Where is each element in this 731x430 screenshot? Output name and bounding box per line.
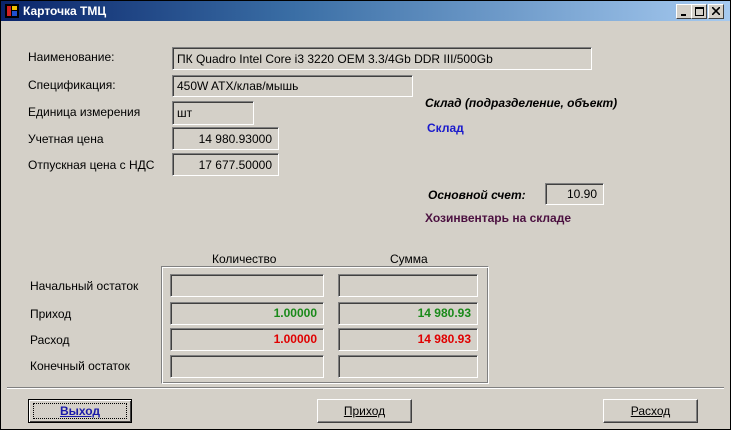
closing-balance-label: Конечный остаток (30, 359, 130, 373)
income-label: Приход (30, 307, 72, 321)
minimize-icon (681, 14, 686, 16)
title-bar[interactable]: Карточка ТМЦ (1, 1, 730, 21)
main-account-field[interactable]: 10.90 (545, 183, 604, 205)
minimize-button[interactable] (676, 4, 692, 19)
closing-balance-sum[interactable] (338, 355, 478, 378)
account-name: Хозинвентарь на складе (425, 211, 572, 225)
opening-balance-label: Начальный остаток (30, 279, 139, 293)
unit-label: Единица измерения (28, 105, 141, 119)
opening-balance-sum[interactable] (338, 274, 478, 297)
expense-sum[interactable]: 14 980.93 (338, 328, 478, 351)
focus-rect (33, 403, 127, 419)
tmc-card-window: Карточка ТМЦ Наименование: ПК Quadro Int… (0, 0, 731, 430)
name-field[interactable]: ПК Quadro Intel Core i3 3220 OEM 3.3/4Gb… (172, 47, 592, 70)
sale-price-field[interactable]: 17 677.50000 (172, 153, 279, 176)
exit-button[interactable]: Выход (28, 399, 132, 423)
closing-balance-qty[interactable] (170, 355, 324, 378)
income-qty[interactable]: 1.00000 (170, 302, 324, 325)
spec-label: Спецификация: (28, 78, 116, 92)
account-price-field[interactable]: 14 980.93000 (172, 127, 279, 150)
main-account-label: Основной счет: (428, 188, 526, 202)
expense-button-label: Расход (630, 404, 671, 418)
expense-label: Расход (30, 333, 70, 347)
income-button[interactable]: Приход (317, 399, 412, 423)
quantity-column-header: Количество (212, 252, 277, 266)
app-icon (5, 4, 19, 18)
sale-price-label: Отпускная цена с НДС (28, 158, 155, 172)
maximize-button[interactable] (691, 4, 707, 19)
maximize-icon (694, 7, 704, 16)
income-sum[interactable]: 14 980.93 (338, 302, 478, 325)
sum-column-header: Сумма (390, 252, 428, 266)
warehouse-heading: Склад (подразделение, объект) (425, 96, 618, 110)
expense-qty[interactable]: 1.00000 (170, 328, 324, 351)
expense-button[interactable]: Расход (603, 399, 698, 423)
warehouse-name[interactable]: Склад (427, 121, 464, 135)
account-price-label: Учетная цена (28, 132, 104, 146)
close-button[interactable] (708, 4, 724, 19)
opening-balance-qty[interactable] (170, 274, 324, 297)
window-title: Карточка ТМЦ (23, 4, 107, 18)
income-button-label: Приход (343, 404, 386, 418)
unit-field[interactable]: шт (172, 101, 254, 125)
spec-field[interactable]: 450W ATX/клав/мышь (172, 75, 413, 97)
bottom-separator (7, 387, 724, 389)
close-icon (711, 6, 721, 16)
name-label: Наименование: (28, 50, 115, 64)
